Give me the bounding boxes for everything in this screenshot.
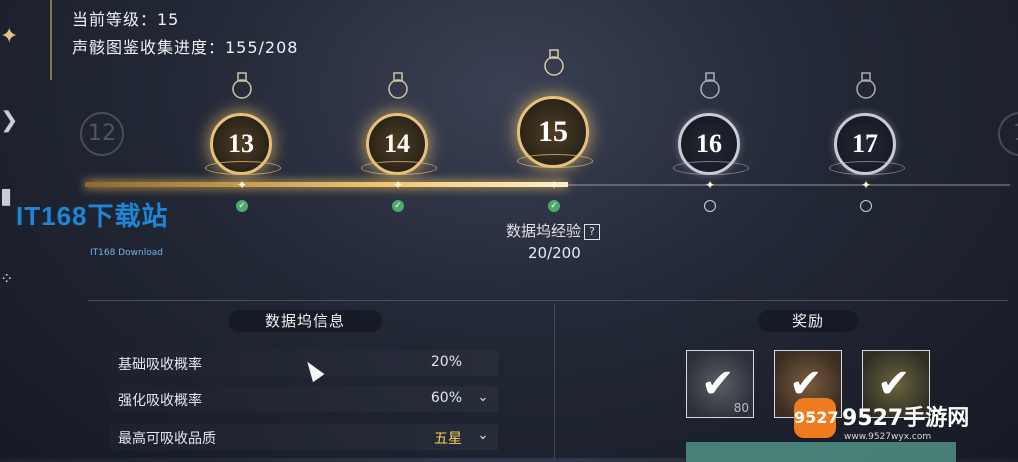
chevron-down-icon[interactable]: ⌄	[474, 427, 492, 445]
level-node-13[interactable]: 13	[197, 45, 287, 185]
info-row-max-quality[interactable]: 最高可吸收品质 五星 ⌄	[110, 424, 498, 450]
experience-label: 数据坞经验?	[506, 220, 601, 241]
level-pedestal	[205, 161, 281, 175]
level-node-17[interactable]: 17	[821, 45, 911, 185]
level-node-16[interactable]: 16	[665, 45, 755, 185]
flask-icon	[544, 49, 564, 76]
level-node-ghost-left: 12	[80, 112, 124, 156]
experience-value: 20/200	[528, 244, 581, 262]
panel-divider	[554, 304, 555, 458]
section-divider	[88, 300, 1008, 301]
track-spark-icon: ✦	[237, 178, 248, 192]
feather-icon[interactable]: ❯	[0, 104, 20, 138]
info-value: 60%	[430, 390, 462, 406]
network-icon[interactable]: ⁘	[0, 262, 20, 296]
level-node-15[interactable]: 15	[509, 38, 599, 178]
track-spark-icon: ✦	[393, 178, 404, 192]
info-value: 五星	[434, 431, 462, 447]
site-name: 9527手游网	[842, 406, 970, 431]
flask-icon	[388, 72, 408, 99]
it168-sub: IT168 Download	[90, 248, 163, 258]
info-key: 强化吸收概率	[118, 393, 202, 409]
site-watermark: 9527 9527手游网 www.9527wyx.com	[794, 398, 994, 448]
pending-circle-icon	[704, 200, 716, 212]
pending-circle-icon	[860, 200, 872, 212]
info-row-enhanced-absorb[interactable]: 强化吸收概率 60% ⌄	[110, 386, 498, 412]
level-node-14[interactable]: 14	[353, 45, 443, 185]
flask-icon	[700, 72, 720, 99]
reward-qty: 80	[733, 401, 749, 415]
level-node-ghost-right: 1	[998, 112, 1018, 156]
current-level-text: 当前等级：15	[72, 10, 180, 29]
site-badge: 9527	[794, 398, 839, 438]
rail-divider	[50, 0, 52, 80]
check-icon: ✔	[701, 361, 735, 407]
info-key: 基础吸收概率	[118, 357, 202, 373]
track-spark-icon: ✦	[705, 178, 716, 192]
level-pedestal	[517, 154, 593, 168]
site-url: www.9527wyx.com	[844, 432, 932, 442]
rewards-panel-title: 奖励	[758, 310, 858, 332]
info-panel-title: 数据坞信息	[228, 310, 382, 332]
info-key: 最高可吸收品质	[118, 431, 216, 447]
level-pedestal	[829, 161, 905, 175]
star-icon[interactable]: ✦	[0, 20, 20, 54]
completed-check-icon: ✓	[392, 200, 404, 212]
flask-icon	[856, 72, 876, 99]
level-track-fill	[85, 182, 568, 187]
track-spark-icon: ✦	[861, 178, 872, 192]
experience-label-text: 数据坞经验	[506, 222, 582, 240]
flask-icon	[232, 72, 252, 99]
info-value: 20%	[430, 354, 462, 370]
reward-item[interactable]: ✔ 80	[686, 350, 754, 418]
level-pedestal	[673, 161, 749, 175]
level-pedestal	[361, 161, 437, 175]
help-icon[interactable]: ?	[584, 224, 601, 240]
completed-check-icon: ✓	[548, 200, 560, 212]
track-spark-icon: ✦	[549, 178, 560, 192]
chevron-down-icon[interactable]: ⌄	[474, 389, 492, 407]
it168-logo: IT168下载站	[16, 201, 169, 231]
it168-watermark: IT168下载站 IT168 Download	[16, 196, 246, 260]
